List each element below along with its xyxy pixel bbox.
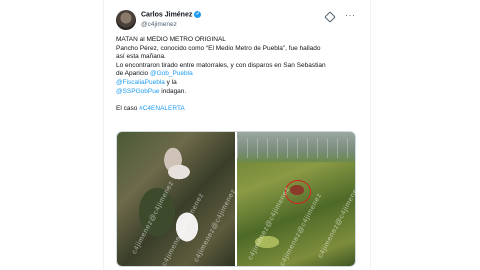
hashtag-link[interactable]: #C4ENALERTA <box>139 105 185 112</box>
more-options-icon[interactable]: ··· <box>345 10 356 20</box>
grok-icon[interactable] <box>324 11 336 23</box>
watermark: c4jimenez@c4jimenez <box>247 185 292 262</box>
author-name[interactable]: Carlos Jiménez <box>141 11 192 18</box>
tweet-header: Carlos Jiménez ✓ @c4jimenez ··· <box>116 10 362 32</box>
tweet-text-segment: y la <box>164 78 177 86</box>
tweet-text: MATAN al MEDIO METRO ORIGINAL Pancho Pér… <box>116 36 360 113</box>
mention-gob-puebla[interactable]: @Gob_Puebla <box>150 70 193 77</box>
tweet-text-segment: de Aparicio <box>116 70 150 78</box>
fence-background <box>237 138 355 158</box>
mention-fiscalia-puebla[interactable]: @FiscaliaPuebla <box>116 79 165 86</box>
tweet-line: @SSPGobPue indagan. <box>116 88 360 97</box>
tweet-line: de Aparicio @Gob_Puebla <box>116 70 360 79</box>
tweet-text-segment: El caso <box>116 104 140 112</box>
tweet-line: así esta mañana. <box>116 53 166 61</box>
watermark: c4jimenez@c4jimenez <box>131 179 176 256</box>
tweet-text-segment: indagan. <box>159 87 187 95</box>
tweet-card[interactable]: Carlos Jiménez ✓ @c4jimenez ··· MATAN al … <box>103 0 371 270</box>
tweet-line: @FiscaliaPuebla y la <box>116 79 360 88</box>
tweet-line: El caso #C4ENALERTA <box>116 105 360 114</box>
tweet-line: Pancho Pérez, conocido como “El Medio Me… <box>116 44 321 52</box>
author-handle[interactable]: @c4jimenez <box>141 21 177 28</box>
tweet-line: Lo encontraron tirado entre matorrales, … <box>116 61 326 69</box>
crime-scene-photo-field[interactable]: c4jimenez@c4jimenez c4jimenez@c4jimenez … <box>237 132 355 266</box>
tweet-line: MATAN al MEDIO METRO ORIGINAL <box>116 36 226 43</box>
author-name-row[interactable]: Carlos Jiménez ✓ <box>141 11 202 18</box>
mention-ssp-gob-pue[interactable]: @SSPGobPue <box>116 88 159 95</box>
media-grid: c4jimenez@c4jimenez c4jimenez@c4jimenez … <box>116 131 356 267</box>
avatar[interactable] <box>116 10 136 30</box>
crime-scene-photo-body[interactable]: c4jimenez@c4jimenez c4jimenez@c4jimenez … <box>117 132 235 266</box>
verified-badge-icon: ✓ <box>194 11 202 18</box>
